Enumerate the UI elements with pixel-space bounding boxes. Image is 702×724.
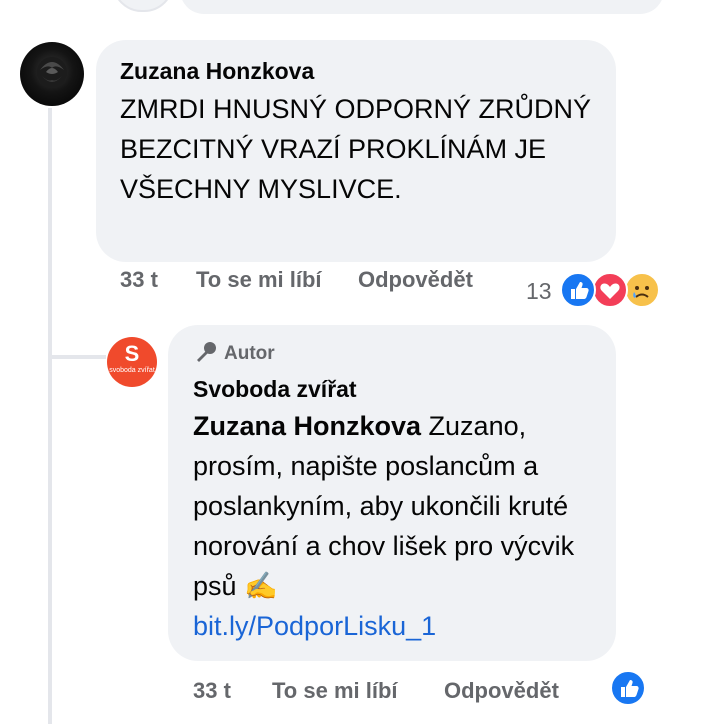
rose-avatar-image — [37, 57, 67, 87]
avatar-letter: S — [124, 341, 140, 366]
comment-reply-button[interactable]: Odpovědět — [358, 268, 473, 292]
avatar[interactable] — [20, 42, 84, 106]
microphone-icon — [197, 342, 216, 362]
reply-text: Zuzana Honzkova Zuzano, prosím, napište … — [193, 406, 603, 646]
comment-time[interactable]: 33 t — [120, 268, 160, 292]
like-icon[interactable] — [610, 670, 646, 706]
like-icon[interactable] — [560, 272, 596, 308]
thread-line-connector — [48, 355, 106, 359]
thread-line-top — [48, 0, 52, 12]
reaction-count[interactable]: 13 — [526, 278, 552, 305]
sad-icon[interactable] — [624, 272, 660, 308]
previous-avatar-partial — [112, 0, 174, 12]
page-avatar[interactable]: S svoboda zvířat — [107, 337, 157, 387]
thread-line-vertical — [48, 108, 52, 724]
love-icon[interactable] — [592, 272, 628, 308]
author-badge: Autor — [194, 341, 275, 365]
reply-link[interactable]: bit.ly/PodporLisku_1 — [193, 606, 603, 646]
reply-like-button[interactable]: To se mi líbí — [272, 678, 398, 704]
author-badge-label: Autor — [224, 343, 275, 364]
previous-comment-bubble — [180, 0, 664, 14]
reply-reply-button[interactable]: Odpovědět — [444, 678, 559, 704]
reply-time[interactable]: 33 t — [193, 678, 231, 704]
comment-like-button[interactable]: To se mi líbí — [196, 268, 326, 292]
mention-link[interactable]: Zuzana Honzkova — [193, 411, 421, 441]
comment-author[interactable]: Zuzana Honzkova — [120, 58, 314, 85]
reply-author[interactable]: Svoboda zvířat — [193, 376, 357, 403]
comment-text: ZMRDI HNUSNÝ ODPORNÝ ZRŮDNÝ BEZCITNÝ VRA… — [120, 94, 592, 204]
avatar-text: svoboda zvířat — [109, 367, 155, 374]
